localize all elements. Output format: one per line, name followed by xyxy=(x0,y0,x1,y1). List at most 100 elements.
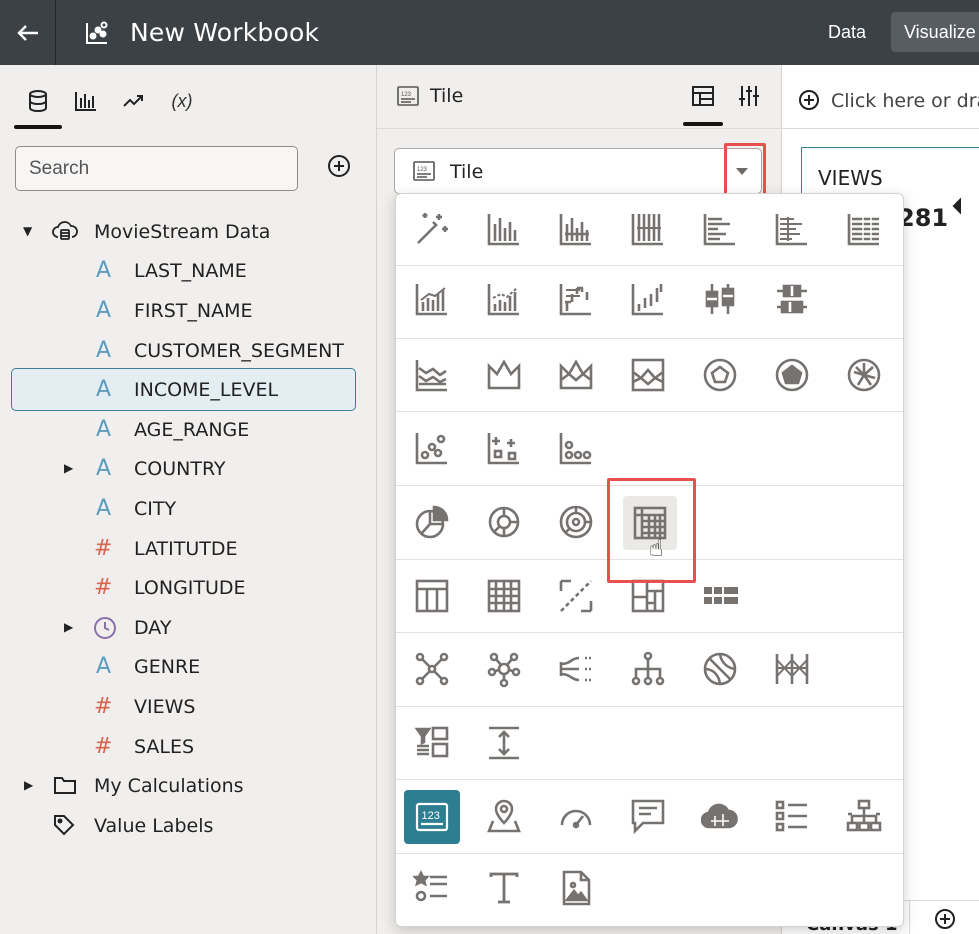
viz-type-dropdown[interactable]: 123 Tile xyxy=(394,148,762,194)
tile-icon[interactable]: 123 xyxy=(404,790,460,844)
horizontal-bar-icon[interactable] xyxy=(695,204,745,254)
tile-icon: 123 xyxy=(397,86,419,111)
tile-grid-icon[interactable] xyxy=(695,571,745,621)
combo-icon[interactable] xyxy=(407,274,457,324)
scatter-icon[interactable] xyxy=(407,423,457,473)
chord-icon[interactable] xyxy=(479,644,529,694)
horizontal-stacked-bar-icon[interactable] xyxy=(767,204,817,254)
list-icon[interactable] xyxy=(767,791,817,841)
text-icon[interactable] xyxy=(479,863,529,913)
svg-text:123: 123 xyxy=(422,810,440,822)
bar-icon[interactable] xyxy=(479,204,529,254)
tree-item-views[interactable]: # VIEWS xyxy=(0,687,377,727)
tree-item-first-name[interactable]: A FIRST_NAME xyxy=(0,291,377,331)
workbook-title[interactable]: New Workbook xyxy=(130,18,319,47)
stacked-area-icon[interactable] xyxy=(551,350,601,400)
100-area-icon[interactable] xyxy=(623,350,673,400)
sankey-icon[interactable] xyxy=(551,644,601,694)
radar-line-icon[interactable] xyxy=(695,350,745,400)
tab-data[interactable]: Data xyxy=(818,12,876,52)
back-arrow-icon[interactable] xyxy=(0,0,56,65)
picker-row-lines xyxy=(396,339,903,412)
tree-item-label: FIRST_NAME xyxy=(134,300,253,322)
properties-icon[interactable] xyxy=(738,85,760,112)
circle-pack-icon[interactable] xyxy=(695,644,745,694)
horizontal-stacked-100-bar-icon[interactable] xyxy=(839,204,889,254)
tree-item-moviestream-data[interactable]: ▼ MovieStream Data xyxy=(0,212,377,252)
variables-icon: (x) xyxy=(171,90,193,111)
parallel-coordinates-icon[interactable] xyxy=(767,644,817,694)
tree-item-age-range[interactable]: A AGE_RANGE xyxy=(0,410,377,450)
tree-item-latitutde[interactable]: # LATITUTDE xyxy=(0,529,377,569)
expand-caret-icon[interactable]: ▶ xyxy=(64,461,73,475)
line-icon[interactable] xyxy=(407,350,457,400)
tab-data-elements[interactable] xyxy=(14,83,62,129)
radar-bar-icon[interactable] xyxy=(839,350,889,400)
plus-circle-icon[interactable] xyxy=(798,89,820,116)
stacked-bar-icon[interactable] xyxy=(551,204,601,254)
area-icon[interactable] xyxy=(479,350,529,400)
table-icon[interactable] xyxy=(407,571,457,621)
plus-circle-icon[interactable] xyxy=(327,154,351,178)
map-icon[interactable] xyxy=(479,791,529,841)
scatter-bar-icon[interactable] xyxy=(623,274,673,324)
plus-circle-icon[interactable] xyxy=(934,908,956,934)
tab-visualize[interactable]: Visualize xyxy=(891,12,979,52)
image-icon[interactable] xyxy=(551,863,601,913)
expand-caret-icon[interactable]: ▶ xyxy=(24,778,33,792)
picker-row-bars xyxy=(396,194,903,266)
resize-corner-icon[interactable] xyxy=(952,197,970,215)
tree-diagram-icon[interactable] xyxy=(623,644,673,694)
tree-item-country[interactable]: ▶ A COUNTRY xyxy=(0,449,377,489)
attribute-icon: A xyxy=(96,338,112,363)
boxplot-icon[interactable] xyxy=(695,274,745,324)
donut-icon[interactable] xyxy=(479,497,529,547)
text-box-icon[interactable] xyxy=(623,791,673,841)
tree-item-last-name[interactable]: A LAST_NAME xyxy=(0,251,377,291)
grammar-icon[interactable] xyxy=(683,85,723,126)
network-icon[interactable] xyxy=(407,644,457,694)
performance-tile-icon[interactable] xyxy=(407,863,457,913)
highlight-box-pivot xyxy=(607,478,696,583)
dot-plot-icon[interactable] xyxy=(551,423,601,473)
tree-item-day[interactable]: ▶ DAY xyxy=(0,608,377,648)
search-input[interactable]: Search xyxy=(15,146,298,191)
pie-icon[interactable] xyxy=(407,497,457,547)
gauge-icon[interactable] xyxy=(551,791,601,841)
radar-area-icon[interactable] xyxy=(767,350,817,400)
tree-item-longitude[interactable]: # LONGITUDE xyxy=(0,568,377,608)
picker-row-misc: 123 xyxy=(396,780,903,854)
sunburst-icon[interactable] xyxy=(551,497,601,547)
list-filter-icon[interactable] xyxy=(407,718,457,768)
canvas-header: Click here or dra xyxy=(782,65,979,129)
tile-label: VIEWS xyxy=(818,166,883,190)
heat-matrix-icon[interactable] xyxy=(479,571,529,621)
slider-filter-icon[interactable] xyxy=(479,718,529,768)
tree-item-my-calculations[interactable]: ▶ My Calculations xyxy=(0,766,377,806)
tab-analytics[interactable] xyxy=(110,83,158,119)
tab-visualizations[interactable] xyxy=(62,83,110,119)
correlation-matrix-icon[interactable] xyxy=(551,571,601,621)
waterfall-icon[interactable] xyxy=(551,274,601,324)
tree-item-income-level[interactable]: A INCOME_LEVEL xyxy=(11,368,356,411)
add-visualization-prompt[interactable]: Click here or dra xyxy=(831,90,979,112)
expand-caret-icon[interactable]: ▶ xyxy=(64,620,73,634)
tree-item-value-labels[interactable]: Value Labels xyxy=(0,806,377,846)
tree-item-genre[interactable]: A GENRE xyxy=(0,647,377,687)
expand-caret-icon[interactable]: ▼ xyxy=(23,224,32,238)
tree-item-sales[interactable]: # SALES xyxy=(0,727,377,767)
tree-item-label: CUSTOMER_SEGMENT xyxy=(134,340,344,362)
clock-icon xyxy=(93,616,117,645)
tab-variables[interactable]: (x) xyxy=(158,83,206,119)
tree-item-city[interactable]: A CITY xyxy=(0,489,377,529)
hierarchy-icon[interactable] xyxy=(839,791,889,841)
grammar-panel-title: Tile xyxy=(430,85,464,107)
bubble-icon[interactable] xyxy=(479,423,529,473)
attribute-icon: A xyxy=(96,496,112,521)
auto-visualization-icon[interactable] xyxy=(407,204,457,254)
stacked-100-bar-icon[interactable] xyxy=(623,204,673,254)
line-bar-combo-icon[interactable] xyxy=(479,274,529,324)
tag-cloud-icon[interactable] xyxy=(695,791,745,841)
horizontal-boxplot-icon[interactable] xyxy=(767,274,817,324)
tree-item-customer-segment[interactable]: A CUSTOMER_SEGMENT xyxy=(0,331,377,371)
